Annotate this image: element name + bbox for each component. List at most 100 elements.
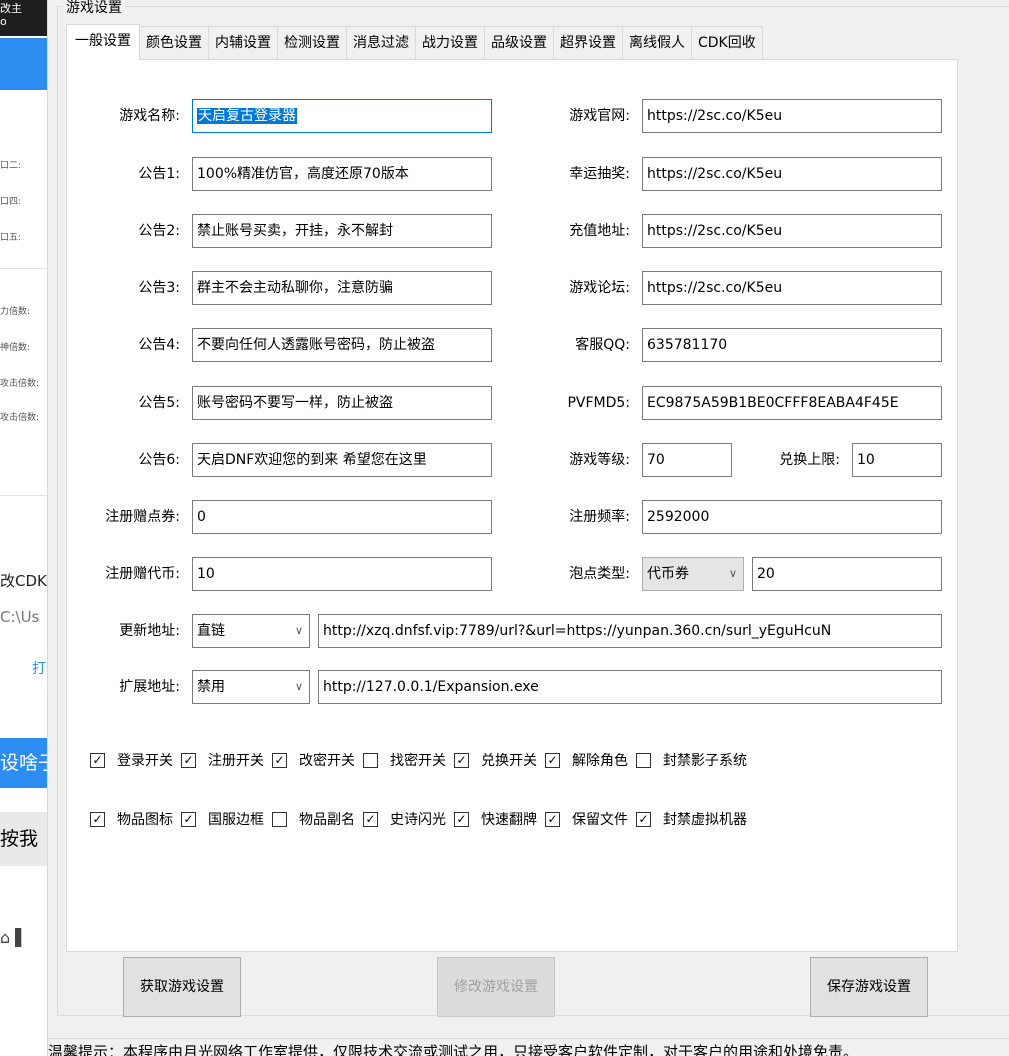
check-icon: ✓ [545,811,560,827]
cn-border-checkbox[interactable]: ✓ 国服边框 [181,809,264,829]
bubble-type-select[interactable]: 代币券 ∨ [642,557,744,591]
notice2-input[interactable]: 禁止账号买卖，开挂，永不解封 [192,214,492,248]
register-token-input[interactable]: 10 [192,557,492,591]
notice2-label: 公告2: [138,223,180,239]
expand-mode-selected: 禁用 [197,679,225,695]
background-label: 神倍数: [0,343,31,353]
update-url-label: 更新地址: [119,623,180,639]
background-label: 口二: [0,161,22,171]
notice3-input[interactable]: 群主不会主动私聊你，注意防骗 [192,271,492,305]
pvf-md5-input[interactable]: EC9875A59B1BE0CFFF8EABA4F45E [642,386,942,420]
register-token-label: 注册赠代币: [105,566,180,582]
background-dark-header: 改主 o [0,0,47,36]
register-coupon-input[interactable]: 0 [192,500,492,534]
tab-message-filter[interactable]: 消息过滤 [347,26,416,60]
tab-detect[interactable]: 检测设置 [278,26,347,60]
footer-tip: 温馨提示：本程序由月光网络工作室提供，仅限技术交流或测试之用，只接受客户软件定制… [48,1038,1009,1056]
tab-color[interactable]: 颜色设置 [140,26,209,60]
notice4-label: 公告4: [138,337,180,353]
tab-offline-bot[interactable]: 离线假人 [623,26,692,60]
game-level-input[interactable]: 70 [642,443,732,477]
service-qq-input[interactable]: 635781170 [642,328,942,362]
save-game-settings-button[interactable]: 保存游戏设置 [810,957,928,1017]
recharge-url-input[interactable]: https://2sc.co/K5eu [642,214,942,248]
check-icon: ✓ [363,811,378,827]
tab-assist[interactable]: 内辅设置 [209,26,278,60]
update-mode-selected: 直链 [197,623,225,639]
lucky-draw-label: 幸运抽奖: [569,166,630,182]
notice1-label: 公告1: [138,166,180,182]
get-game-settings-button[interactable]: 获取游戏设置 [123,957,241,1017]
bubble-value-input[interactable]: 20 [752,557,942,591]
ban-shadow-system-checkbox[interactable]: 封禁影子系统 [636,750,747,770]
notice5-input[interactable]: 账号密码不要写一样，防止被盗 [192,386,492,420]
update-mode-select[interactable]: 直链 ∨ [192,614,310,648]
notice1-input[interactable]: 100%精准仿官，高度还原70版本 [192,157,492,191]
unchecked-box-icon [636,752,651,768]
check-icon: ✓ [454,752,469,768]
update-url-input[interactable]: http://xzq.dnfsf.vip:7789/url?&url=https… [318,614,942,648]
notice4-input[interactable]: 不要向任何人透露账号密码，防止被盗 [192,328,492,362]
background-blue-button[interactable]: 设啥子 [0,738,47,788]
forum-input[interactable]: https://2sc.co/K5eu [642,271,942,305]
background-gray-button[interactable]: 按我 [0,812,47,866]
register-switch-checkbox[interactable]: ✓ 注册开关 [181,750,264,770]
background-divider [0,268,47,269]
register-freq-label: 注册频率: [569,509,630,525]
epic-flash-checkbox[interactable]: ✓ 史诗闪光 [363,809,446,829]
notice5-label: 公告5: [138,395,180,411]
bubble-type-selected: 代币券 [647,566,689,582]
tab-cdk-recycle[interactable]: CDK回收 [692,26,763,60]
login-switch-checkbox[interactable]: ✓ 登录开关 [90,750,173,770]
check-icon: ✓ [272,752,287,768]
recharge-url-label: 充值地址: [569,223,630,239]
game-name-input[interactable]: 天启复古登录器 [192,99,492,133]
game-name-label: 游戏名称: [119,108,180,124]
change-password-checkbox[interactable]: ✓ 改密开关 [272,750,355,770]
background-open-button[interactable]: 打开 [0,658,47,678]
check-icon: ✓ [90,752,105,768]
game-level-label: 游戏等级: [569,452,630,468]
settings-tabs: 一般设置 颜色设置 内辅设置 检测设置 消息过滤 战力设置 品级设置 超界设置 … [66,24,763,60]
background-blue-bar [0,38,47,90]
official-site-input[interactable]: https://2sc.co/K5eu [642,99,942,133]
background-label: 力倍数: [0,307,31,317]
check-icon: ✓ [181,811,196,827]
expand-mode-select[interactable]: 禁用 ∨ [192,670,310,704]
bubble-type-label: 泡点类型: [569,566,630,582]
item-icon-checkbox[interactable]: ✓ 物品图标 [90,809,173,829]
tab-grade[interactable]: 品级设置 [485,26,554,60]
notice3-label: 公告3: [138,280,180,296]
check-icon: ✓ [545,752,560,768]
service-qq-label: 客服QQ: [575,337,630,353]
background-label: 口四: [0,197,22,207]
pvf-md5-label: PVFMD5: [567,395,630,411]
background-header-text-2: o [0,15,7,28]
lucky-draw-input[interactable]: https://2sc.co/K5eu [642,157,942,191]
find-password-checkbox[interactable]: 找密开关 [363,750,446,770]
background-header-text: 改主 [0,2,22,15]
modify-game-settings-button[interactable]: 修改游戏设置 [437,957,555,1017]
register-coupon-label: 注册赠点券: [105,509,180,525]
unchecked-box-icon [363,752,378,768]
unchecked-box-icon [272,811,287,827]
ban-vm-checkbox[interactable]: ✓ 封禁虚拟机器 [636,809,747,829]
keep-files-checkbox[interactable]: ✓ 保留文件 [545,809,628,829]
tab-overbound[interactable]: 超界设置 [554,26,623,60]
fast-flip-checkbox[interactable]: ✓ 快速翻牌 [454,809,537,829]
notice6-input[interactable]: 天启DNF欢迎您的到来 希望您在这里 [192,443,492,477]
expand-url-input[interactable]: http://127.0.0.1/Expansion.exe [318,670,942,704]
chevron-down-icon: ∨ [294,680,303,693]
background-path-label: C:\Us [0,608,40,626]
exchange-switch-checkbox[interactable]: ✓ 兑换开关 [454,750,537,770]
background-label: 攻击倍数: [0,413,40,423]
exchange-limit-label: 兑换上限: [779,452,840,468]
background-home-icon: ⌂ ▌ [0,928,28,947]
unlock-role-checkbox[interactable]: ✓ 解除角色 [545,750,628,770]
tab-power[interactable]: 战力设置 [416,26,485,60]
exchange-limit-input[interactable]: 10 [852,443,942,477]
tab-general[interactable]: 一般设置 [66,24,140,60]
register-freq-input[interactable]: 2592000 [642,500,942,534]
background-cdk-label: 改CDK [0,572,47,590]
item-subname-checkbox[interactable]: 物品副名 [272,809,355,829]
